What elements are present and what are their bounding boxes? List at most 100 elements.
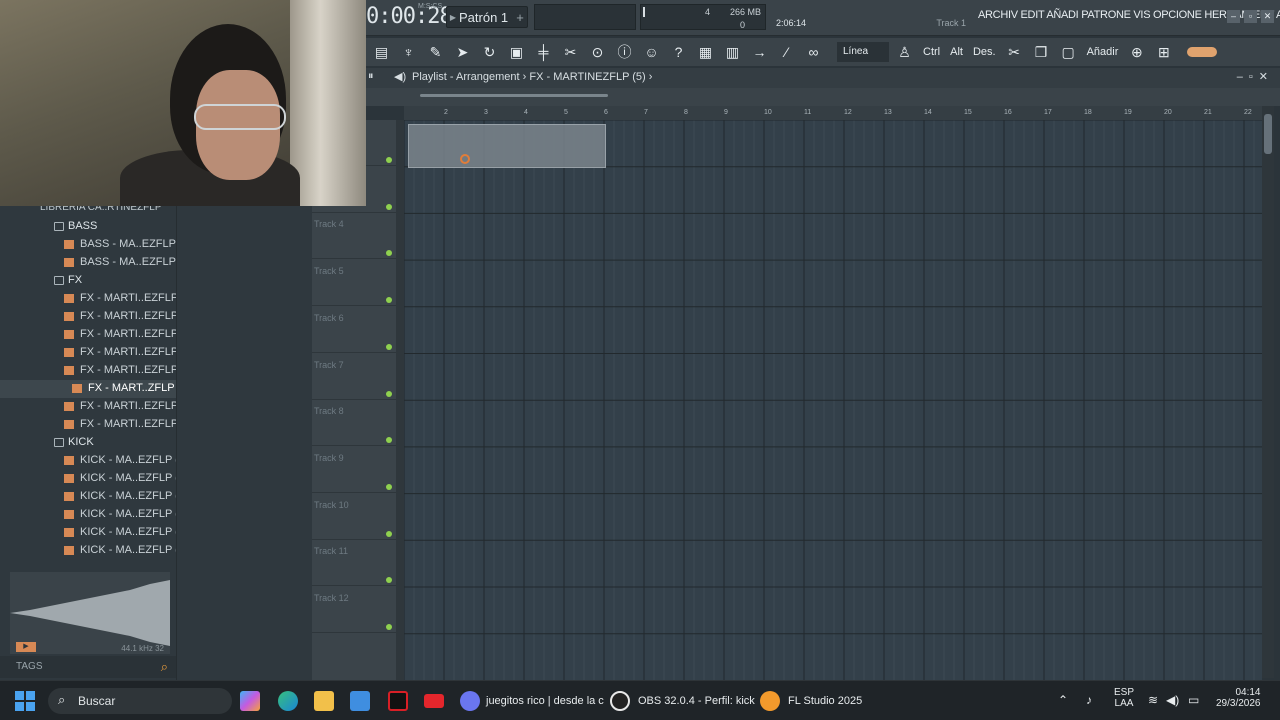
slider-icon[interactable]: ⊕ <box>1125 41 1148 64</box>
browser-icon[interactable]: ▦ <box>694 41 717 64</box>
sample-waveform[interactable]: ▶ 44.1 kHz 32 <box>10 572 170 654</box>
track-header[interactable]: Track 8 <box>312 400 396 447</box>
save-icon[interactable]: ▣ <box>505 41 528 64</box>
mixer-icon[interactable]: ♆ <box>397 41 420 64</box>
wifi-icon[interactable]: ≋ <box>1148 693 1158 707</box>
copy-icon[interactable]: ❐ <box>1030 41 1053 64</box>
browser-file[interactable]: FX - MARTI..EZFLP (7) <box>0 416 195 434</box>
cut-tool-icon[interactable]: ✂ <box>559 41 582 64</box>
start-button[interactable] <box>14 689 36 713</box>
battery-icon[interactable]: ▭ <box>1188 693 1199 707</box>
browser-file[interactable]: FX - MARTI..EZFLP (1) <box>0 290 195 308</box>
audio-clip[interactable] <box>408 124 606 168</box>
stamp-icon[interactable]: ♙ <box>893 41 916 64</box>
clock[interactable]: 04:14 29/3/2026 <box>1216 687 1261 709</box>
track-mute-dot[interactable] <box>386 530 392 537</box>
add-pattern-button[interactable]: + <box>513 10 527 25</box>
edge-app[interactable] <box>278 689 298 713</box>
browser-file[interactable]: FX - MARTI..EZFLP (3) <box>0 344 195 362</box>
store-app[interactable] <box>350 689 370 713</box>
tags-bar[interactable]: TAGS ⌕ <box>0 656 176 678</box>
browser-folder[interactable]: FX <box>0 272 176 290</box>
scroll-thumb[interactable] <box>1264 114 1272 154</box>
search-icon[interactable]: ⌕ <box>161 659 168 675</box>
browser-file[interactable]: KICK - MA..EZFLP (6) <box>0 542 189 560</box>
scissors-icon[interactable]: ✂ <box>1003 41 1026 64</box>
master-level-icon[interactable] <box>1187 47 1218 57</box>
browser-file[interactable]: KICK - MA..EZFLP (2) <box>0 470 189 488</box>
obs-app[interactable]: OBS 32.0.4 - Perfil: kick <box>610 689 755 713</box>
browser-file[interactable]: BASS - MA..EZFLP (4) <box>0 236 192 254</box>
microphone-tray-icon[interactable]: ♪ <box>1086 693 1092 707</box>
track-header[interactable]: Track 9 <box>312 447 396 493</box>
taskbar-search[interactable]: ⌕ Buscar <box>48 688 232 714</box>
help-icon[interactable]: ? <box>667 41 690 64</box>
browser-file[interactable]: KICK - MA..EZFLP (5) <box>0 524 189 542</box>
browser-file[interactable]: BASS - MA..EZFLP (5) <box>0 254 192 272</box>
brush-tool-icon[interactable]: ➤ <box>451 41 474 64</box>
link-icon[interactable]: ∞ <box>802 41 825 64</box>
cart-icon[interactable]: ⊞ <box>1152 41 1175 64</box>
ctrl-button[interactable]: Ctrl <box>920 41 943 64</box>
browser-file[interactable]: FX - MART..ZFLP (5) <box>0 380 191 398</box>
track-mute-dot[interactable] <box>386 297 392 304</box>
track-mute-dot[interactable] <box>386 624 392 630</box>
undo-button[interactable]: Des. <box>970 41 999 64</box>
track-mute-dot[interactable] <box>386 203 392 210</box>
info-icon[interactable]: ⓘ <box>613 41 636 64</box>
browser-file[interactable]: FX - MARTI..EZFLP (1) <box>0 308 195 326</box>
explorer-app[interactable] <box>314 689 334 713</box>
pattern-selector[interactable]: ▶ Patrón 1 + <box>446 6 528 28</box>
browser-file[interactable]: FX - MARTI..EZFLP (6) <box>0 398 195 416</box>
horizontal-scroll-thumb[interactable] <box>420 94 608 97</box>
file-icon[interactable]: ▤ <box>370 41 393 64</box>
fl-studio-app[interactable]: FL Studio 2025 <box>760 689 862 713</box>
copilot-app[interactable] <box>240 689 260 713</box>
maximize-button[interactable]: ▫ <box>1244 10 1257 23</box>
track-mute-dot[interactable] <box>386 577 392 584</box>
close-button[interactable]: ✕ <box>1261 10 1274 23</box>
arrow-right-icon[interactable]: → <box>748 41 771 64</box>
alt-button[interactable]: Alt <box>947 41 966 64</box>
track-header[interactable]: Track 6 <box>312 307 396 353</box>
volume-icon[interactable]: ◀) <box>1166 693 1179 707</box>
loop-icon[interactable]: ↻ <box>478 41 501 64</box>
arrangement-grid[interactable] <box>404 120 1262 680</box>
plugin-icon[interactable]: ╪ <box>532 41 555 64</box>
track-mute-dot[interactable] <box>386 390 392 397</box>
browser-file[interactable]: FX - MARTI..EZFLP (4) <box>0 362 195 380</box>
track-header[interactable]: Track 11 <box>312 540 396 587</box>
track-mute-dot[interactable] <box>386 437 392 444</box>
track-mute-dot[interactable] <box>386 483 392 490</box>
discord-app[interactable]: juegitos rico | desde la c <box>460 689 604 713</box>
track-header[interactable]: Track 12 <box>312 587 396 633</box>
timeline-ruler[interactable]: 2 3 4 5 6 7 8 9 10 11 12 13 14 15 16 17 18 19 20 21 22 <box>404 106 1262 120</box>
track-header[interactable]: Track 5 <box>312 260 396 307</box>
track-mute-dot[interactable] <box>386 157 392 163</box>
browser-file[interactable]: KICK - MA..EZFLP (1) <box>0 452 189 470</box>
speaker-icon[interactable]: ◀) <box>394 70 406 83</box>
browser-folder[interactable]: KICK <box>0 434 176 452</box>
minimize-button[interactable]: – <box>1227 10 1240 23</box>
browser-folder[interactable]: BASS <box>0 218 176 236</box>
paste-icon[interactable]: ▢ <box>1057 41 1080 64</box>
track-header[interactable]: Track 4 <box>312 213 396 260</box>
wand-icon[interactable]: ⁄ <box>775 41 798 64</box>
add-button[interactable]: Añadir <box>1084 41 1122 64</box>
snap-selector[interactable]: Línea <box>837 42 889 62</box>
browser-file[interactable]: KICK - MA..EZFLP (4) <box>0 506 189 524</box>
piano-roll-icon[interactable]: ▥ <box>721 41 744 64</box>
netflix-app[interactable] <box>388 689 408 713</box>
smiley-icon[interactable]: ☺ <box>640 41 663 64</box>
browser-file[interactable]: FX - MARTI..EZFLP (2) <box>0 326 195 344</box>
browser-file[interactable]: KICK - MA..EZFLP (3) <box>0 488 189 506</box>
playlist-window-buttons[interactable]: –▫✕ <box>1237 70 1274 83</box>
track-mute-dot[interactable] <box>386 343 392 350</box>
vertical-scrollbar[interactable] <box>1262 106 1274 678</box>
preview-play-icon[interactable]: ▶ <box>16 642 36 652</box>
draw-tool-icon[interactable]: ✎ <box>424 41 447 64</box>
language-indicator[interactable]: ESP LAA <box>1114 687 1134 709</box>
track-header[interactable]: Track 7 <box>312 354 396 400</box>
tray-expand-icon[interactable]: ⌃ <box>1058 693 1068 707</box>
track-header[interactable]: Track 10 <box>312 494 396 540</box>
